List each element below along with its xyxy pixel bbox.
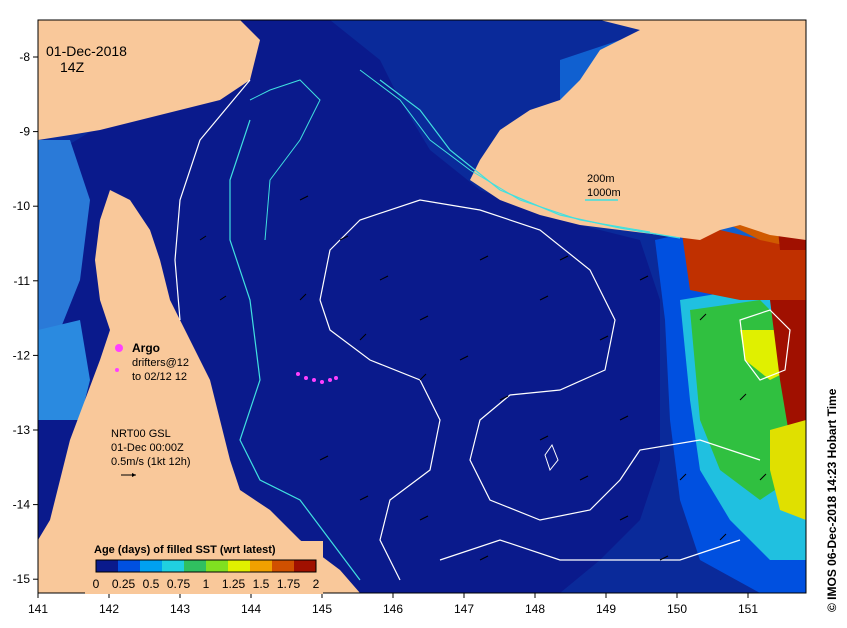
y-tick-label: -13	[13, 423, 31, 437]
y-tick-label: -8	[19, 50, 30, 64]
x-tick-label: 144	[241, 602, 261, 616]
colorbar-tick: 1.25	[222, 577, 246, 591]
colorbar-tick: 1.75	[277, 577, 301, 591]
colorbar-tick: 0	[93, 577, 100, 591]
colorbar-cell	[162, 560, 185, 572]
colorbar-cell	[228, 560, 251, 572]
colorbar-cell	[118, 560, 141, 572]
colorbar-tick: 0.75	[167, 577, 191, 591]
argo-title: Argo	[132, 341, 160, 355]
y-tick-label: -9	[19, 125, 30, 139]
argo-line1: drifters@12	[132, 357, 189, 369]
colorbar-cell	[272, 560, 295, 572]
y-tick-label: -12	[13, 348, 31, 362]
isobath-200m-label: 200m	[587, 173, 615, 185]
credit-svg: © IMOS 06-Dec-2018 14:23 Hobart Time	[825, 388, 839, 612]
y-tick-label: -10	[13, 199, 31, 213]
x-tick-label: 146	[383, 602, 403, 616]
colorbar-cell	[184, 560, 207, 572]
x-tick-label: 150	[667, 602, 687, 616]
x-tick-label: 141	[28, 602, 48, 616]
current-line2: 01-Dec 00:00Z	[111, 442, 184, 454]
x-tick-label: 143	[170, 602, 190, 616]
current-line1: NRT00 GSL	[111, 428, 171, 440]
argo-line2: to 02/12 12	[132, 371, 187, 383]
colorbar-cell	[96, 560, 119, 572]
time-label: 14Z	[60, 59, 85, 75]
colorbar-tick: 0.5	[143, 577, 160, 591]
y-tick-label: -14	[13, 498, 31, 512]
colorbar-tick: 1	[203, 577, 210, 591]
x-tick-label: 151	[738, 602, 758, 616]
date-label: 01-Dec-2018	[46, 43, 127, 59]
colorbar-cell	[140, 560, 163, 572]
argo-marker-icon	[115, 344, 123, 352]
map-plot-area	[38, 20, 806, 593]
y-tick-label: -11	[14, 274, 31, 288]
x-tick-label: 145	[312, 602, 332, 616]
argo-track-icon	[115, 368, 119, 372]
colorbar-tick: 2	[313, 577, 320, 591]
sst-map: 141 142 143 144 145 146 147 148 149 150 151 -8 -9 -1…	[13, 19, 807, 616]
colorbar-scale	[95, 559, 317, 573]
isobath-1000m-label: 1000m	[587, 187, 621, 199]
sst-age-region-west-coast-south	[38, 320, 90, 420]
x-tick-label: 148	[525, 602, 545, 616]
credit-text: © IMOS 06-Dec-2018 14:23 Hobart Time	[825, 388, 839, 612]
colorbar-tick-labels: 0 0.25 0.5 0.75 1 1.25 1.5 1.75 2	[93, 577, 320, 591]
x-tick-label: 147	[454, 602, 474, 616]
current-line3: 0.5m/s (1kt 12h)	[111, 456, 190, 468]
x-tick-label: 149	[596, 602, 616, 616]
colorbar-title: Age (days) of filled SST (wrt latest)	[94, 544, 276, 556]
colorbar-tick: 1.5	[253, 577, 270, 591]
y-axis-ticks: -8 -9 -10 -11 -12 -13 -14 -15	[13, 50, 38, 586]
colorbar-cell	[294, 560, 317, 572]
colorbar-cell	[250, 560, 273, 572]
colorbar-cell	[206, 560, 229, 572]
x-tick-label: 142	[99, 602, 119, 616]
x-axis-ticks: 141 142 143 144 145 146 147 148 149 150 151	[28, 593, 758, 616]
y-tick-label: -15	[13, 572, 31, 586]
colorbar-tick: 0.25	[112, 577, 136, 591]
